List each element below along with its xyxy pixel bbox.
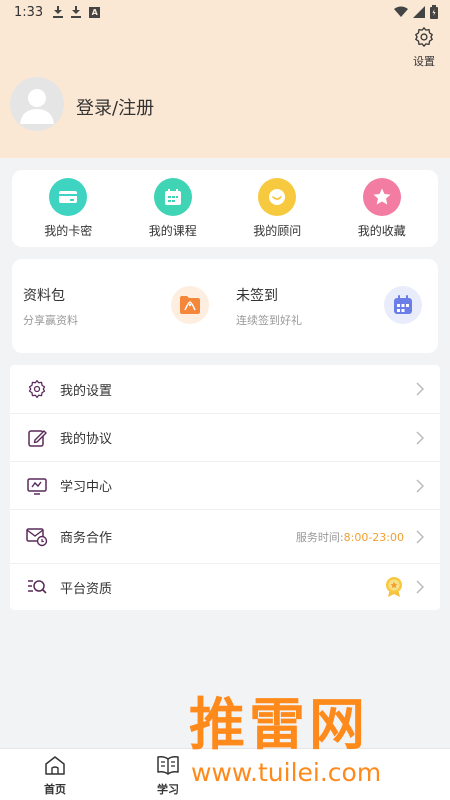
- menu-item-label: 学习中心: [60, 480, 113, 495]
- gear-icon: [415, 27, 433, 47]
- menu-item-label: 我的设置: [60, 383, 113, 399]
- chevron-right-icon: [416, 580, 426, 594]
- quick-actions-card: 我的卡密 我的课程 我的顾问 我的收藏: [12, 170, 438, 247]
- chevron-right-icon: [416, 529, 426, 544]
- profile-header: 1:33 A 设置 登录/注册: [0, 0, 450, 158]
- download-icon: [71, 6, 82, 18]
- login-register-link[interactable]: 登录/注册: [76, 94, 154, 120]
- menu-item-label: 平台资质: [60, 581, 113, 597]
- gear-icon: [26, 378, 48, 400]
- chat-bubble-icon: [258, 178, 297, 216]
- menu-item-settings[interactable]: 我的设置: [10, 365, 440, 414]
- nav-item-home[interactable]: 首页: [25, 755, 85, 797]
- promo-subtitle: 连续签到好礼: [236, 314, 302, 327]
- card-icon: [49, 178, 88, 216]
- promo-title: 资料包: [23, 288, 65, 304]
- signal-icon: [413, 6, 425, 18]
- book-icon: [157, 756, 179, 775]
- quick-item-card-key[interactable]: 我的卡密: [23, 178, 113, 239]
- menu-item-qualification[interactable]: 平台资质: [10, 564, 440, 610]
- quick-item-favorites[interactable]: 我的收藏: [337, 178, 427, 239]
- user-silhouette-icon: [20, 89, 54, 124]
- menu-item-agreement[interactable]: 我的协议: [10, 414, 440, 462]
- calendar-icon: [153, 178, 192, 216]
- chevron-right-icon: [416, 382, 426, 396]
- nav-label: 首页: [44, 783, 66, 796]
- quick-item-courses[interactable]: 我的课程: [128, 178, 218, 239]
- pdf-folder-icon: [171, 286, 209, 324]
- quick-item-advisor[interactable]: 我的顾问: [232, 178, 322, 239]
- promo-checkin[interactable]: 未签到 连续签到好礼: [225, 259, 438, 353]
- app-notification-icon: A: [89, 6, 101, 18]
- menu-item-business[interactable]: 商务合作 服务时间:8:00-23:00: [10, 510, 440, 564]
- service-hours-prefix: 服务时间:: [295, 530, 344, 544]
- chevron-right-icon: [416, 478, 426, 493]
- status-bar: 1:33 A: [0, 0, 450, 24]
- promo-title: 未签到: [236, 288, 278, 304]
- service-hours-value: 8:00-23:00: [343, 530, 404, 544]
- home-icon: [45, 756, 65, 775]
- watermark-url: www.tuilei.com: [191, 758, 382, 787]
- avatar[interactable]: [10, 77, 64, 131]
- quick-item-label: 我的课程: [148, 224, 197, 238]
- quick-item-label: 我的顾问: [253, 224, 302, 238]
- menu-item-learning-center[interactable]: 学习中心: [10, 462, 440, 510]
- chevron-right-icon: [416, 430, 426, 445]
- mail-clock-icon: [26, 526, 48, 548]
- menu-item-label: 我的协议: [60, 432, 113, 447]
- wifi-icon: [394, 6, 408, 17]
- promo-subtitle: 分享赢资料: [23, 314, 78, 327]
- status-time: 1:33: [14, 4, 44, 20]
- menu-list: 我的设置 我的协议 学习中心 商务合作 服务时间:8:00-23:00 平台资质: [10, 365, 440, 610]
- monitor-icon: [26, 475, 48, 497]
- settings-label: 设置: [413, 55, 435, 68]
- menu-item-label: 商务合作: [60, 531, 113, 546]
- promo-card: 资料包 分享赢资料 未签到 连续签到好礼: [12, 259, 438, 353]
- star-icon: [362, 178, 401, 216]
- quick-item-label: 我的卡密: [44, 224, 93, 238]
- promo-materials[interactable]: 资料包 分享赢资料: [12, 259, 225, 353]
- medal-icon: [384, 576, 404, 598]
- watermark-brand: 推雷网: [189, 693, 369, 758]
- service-hours: 服务时间:8:00-23:00: [296, 529, 404, 545]
- battery-icon: [430, 5, 438, 19]
- settings-button[interactable]: 设置: [410, 26, 438, 69]
- checkin-calendar-icon: [384, 286, 422, 324]
- watermark-overlay: 推雷网 www.tuilei.com: [185, 680, 450, 800]
- download-icon: [53, 6, 64, 18]
- search-list-icon: [26, 576, 48, 598]
- quick-item-label: 我的收藏: [357, 224, 406, 238]
- edit-icon: [26, 427, 48, 449]
